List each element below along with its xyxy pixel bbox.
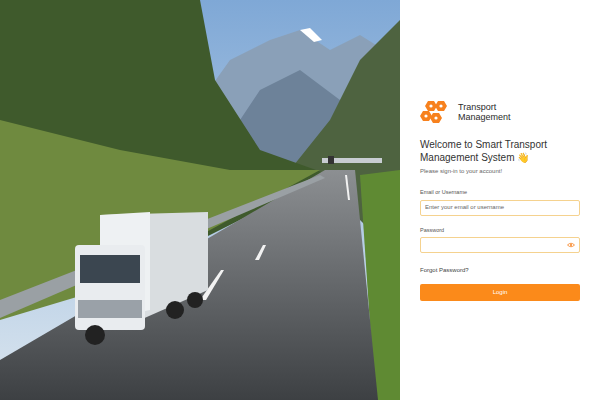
text-input[interactable]	[425, 201, 575, 214]
form-field: Email or Username	[420, 188, 580, 215]
login-button[interactable]: Login	[420, 284, 580, 301]
logo-text: TransportManagement	[458, 103, 511, 123]
logo-line: Transport	[458, 103, 511, 113]
subtitle: Please sign-in to your account!	[420, 167, 580, 176]
field-label: Password	[420, 226, 580, 234]
eye-icon[interactable]	[567, 242, 575, 248]
password-input[interactable]	[425, 238, 567, 251]
hero-photo	[0, 0, 400, 400]
text-input-box	[420, 200, 580, 216]
highway-photo-icon	[0, 0, 400, 400]
hexagon-logo-icon	[420, 99, 452, 127]
field-label: Email or Username	[420, 188, 580, 196]
form-field: Password	[420, 226, 580, 253]
login-panel: TransportManagement Welcome to Smart Tran…	[400, 0, 600, 400]
password-input-box	[420, 237, 580, 253]
eye-icon[interactable]	[567, 242, 575, 248]
logo-line: Management	[458, 113, 511, 123]
forgot-password-link[interactable]: Forgot Password?	[420, 266, 580, 275]
welcome-heading: Welcome to Smart Transport Management Sy…	[420, 139, 580, 164]
logo: TransportManagement	[420, 99, 580, 127]
